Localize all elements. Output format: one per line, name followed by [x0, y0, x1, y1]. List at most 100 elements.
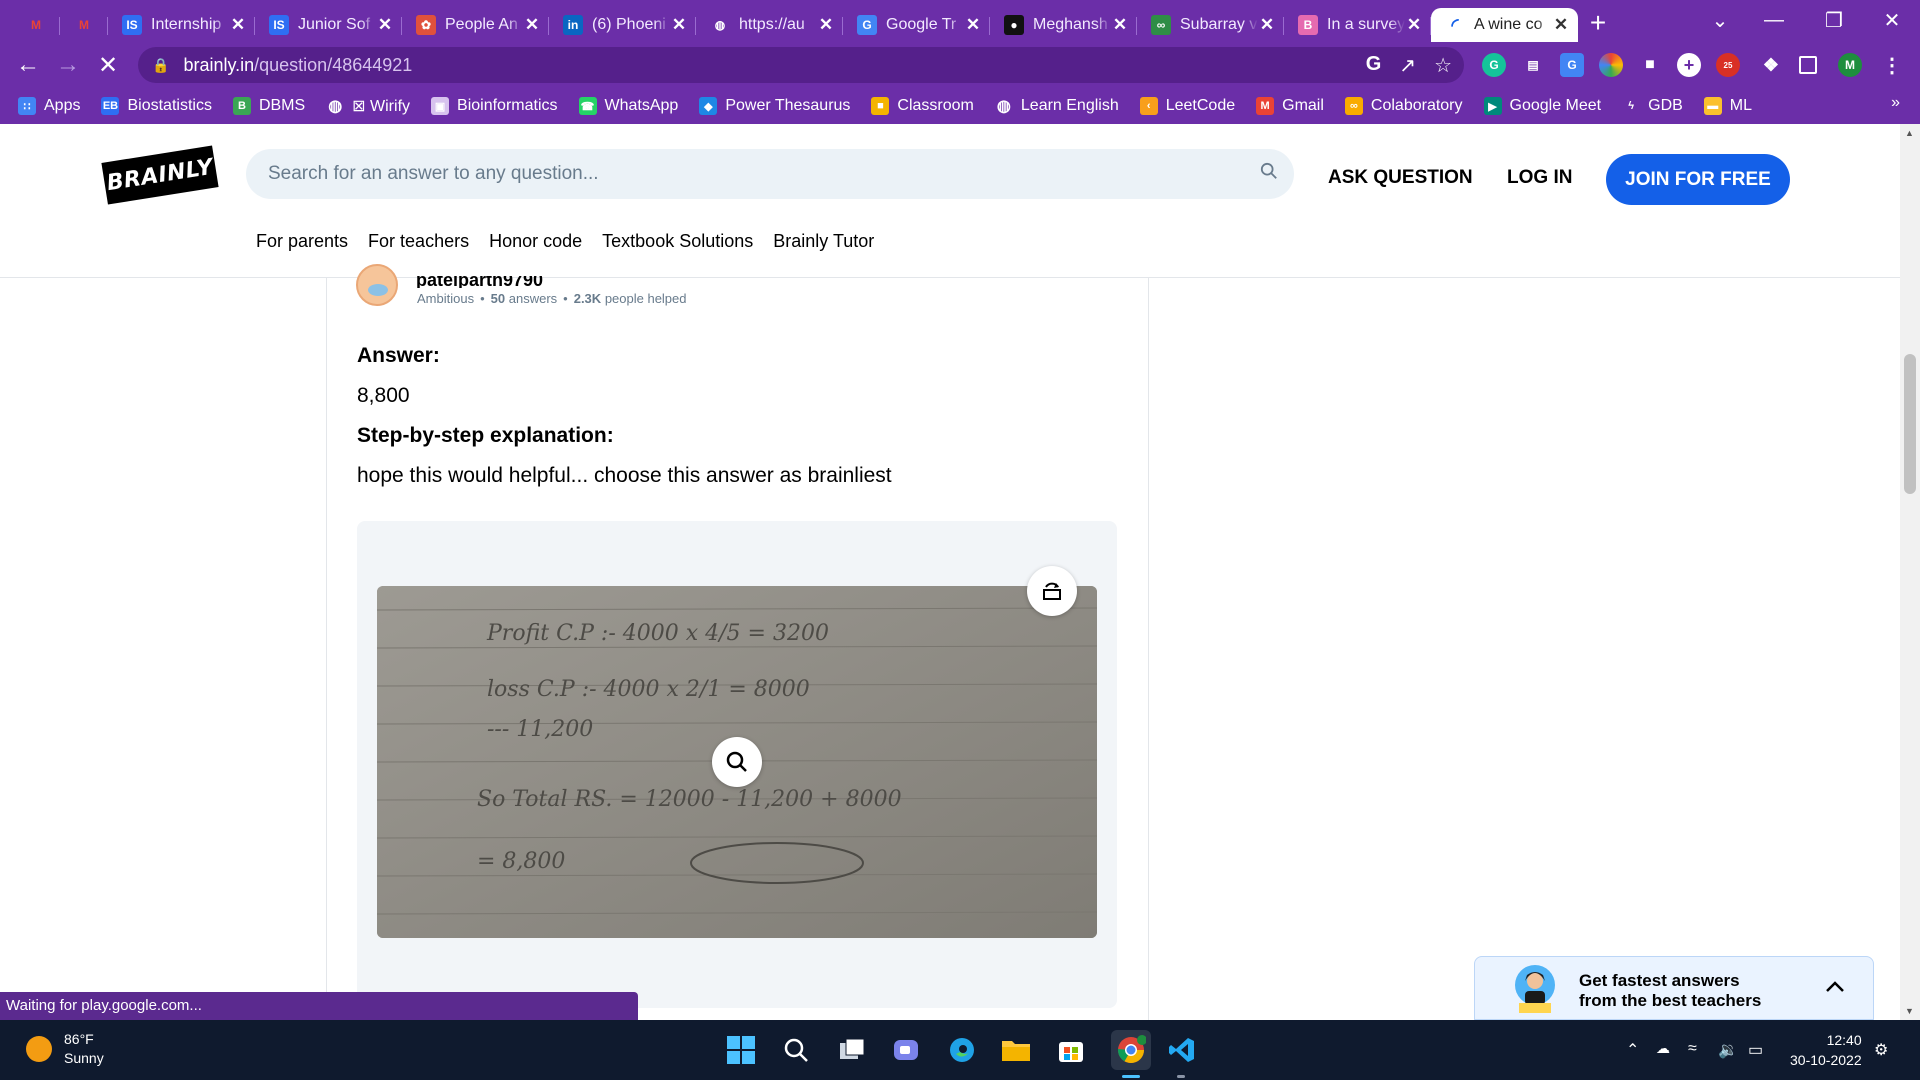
subnav-link-3[interactable]: Textbook Solutions [602, 231, 753, 252]
wifi-icon[interactable]: ≈ [1688, 1040, 1697, 1058]
answerer-username[interactable]: patelparth9790 [416, 276, 543, 288]
system-clock[interactable]: 12:40 30-10-2022 [1790, 1030, 1862, 1070]
translate-extension-icon[interactable]: G [1560, 53, 1584, 77]
chrome-icon[interactable] [1111, 1030, 1151, 1070]
page-scrollbar[interactable]: ▲ ▼ [1900, 124, 1920, 1020]
new-tab-button[interactable]: + [1578, 7, 1618, 39]
address-bar[interactable]: 🔒 brainly.in/question/48644921 G ↗ ☆ [138, 47, 1464, 83]
close-tab-icon[interactable]: ✕ [1552, 15, 1570, 35]
back-icon[interactable]: ← [8, 45, 48, 85]
taskbar-search-icon[interactable] [780, 1034, 812, 1066]
weather-widget[interactable]: 86°F Sunny [26, 1030, 104, 1068]
tab-0[interactable]: M [12, 8, 60, 42]
close-tab-icon[interactable]: ✕ [523, 15, 541, 35]
edge-icon[interactable] [946, 1034, 978, 1066]
subnav-link-0[interactable]: For parents [256, 231, 348, 252]
stop-loading-icon[interactable]: ✕ [88, 45, 128, 85]
close-tab-icon[interactable]: ✕ [1405, 15, 1423, 35]
bookmark-10[interactable]: M Gmail [1256, 97, 1324, 115]
minimize-button[interactable]: — [1744, 0, 1804, 40]
bookmark-5[interactable]: ☎ WhatsApp [578, 97, 678, 115]
task-view-icon[interactable] [836, 1034, 868, 1066]
scroll-up-icon[interactable]: ▲ [1905, 128, 1914, 138]
tab-9[interactable]: ∞ Subarray v ✕ [1137, 8, 1284, 42]
brainly-logo[interactable]: BRAINLY [101, 145, 219, 205]
log-in-link[interactable]: LOG IN [1507, 167, 1572, 189]
battery-icon[interactable]: ▭ [1748, 1040, 1763, 1060]
tab-1[interactable]: M [60, 8, 108, 42]
close-tab-icon[interactable]: ✕ [670, 15, 688, 35]
bookmark-star-icon[interactable]: ☆ [1434, 53, 1452, 78]
notifications-icon[interactable]: ⚙ [1874, 1040, 1888, 1060]
tab-11[interactable]: ◜ A wine co ✕ [1431, 8, 1578, 42]
bookmark-11[interactable]: ∞ Colaboratory [1344, 97, 1463, 115]
store-icon[interactable] [1055, 1034, 1087, 1066]
search-icon[interactable] [1260, 162, 1278, 180]
side-panel-icon[interactable] [1799, 56, 1817, 74]
extensions-puzzle-icon[interactable]: ❖ [1759, 53, 1783, 77]
menu-kebab-icon[interactable]: ⋮ [1880, 53, 1904, 77]
close-tab-icon[interactable]: ✕ [1111, 15, 1129, 35]
close-tab-icon[interactable]: ✕ [964, 15, 982, 35]
bookmark-6[interactable]: ◆ Power Thesaurus [699, 97, 850, 115]
bookmark-7[interactable]: ■ Classroom [871, 97, 974, 115]
bookmark-3[interactable]: ◍ ⊠ Wirify [326, 96, 410, 116]
volume-icon[interactable]: 🔉 [1718, 1040, 1738, 1060]
close-tab-icon[interactable]: ✕ [229, 15, 247, 35]
file-explorer-icon[interactable] [1000, 1034, 1032, 1066]
game-extension-icon[interactable]: ■ [1638, 53, 1662, 77]
tab-5[interactable]: in (6) Phoeni ✕ [549, 8, 696, 42]
scroll-down-icon[interactable]: ▼ [1905, 1006, 1914, 1016]
tab-3[interactable]: IS Junior Sof ✕ [255, 8, 402, 42]
subnav-link-2[interactable]: Honor code [489, 231, 582, 252]
bookmark-2[interactable]: B DBMS [232, 97, 305, 115]
close-tab-icon[interactable]: ✕ [1258, 15, 1276, 35]
bookmark-0[interactable]: ∷ Apps [18, 97, 80, 115]
profile-avatar[interactable]: M [1838, 53, 1862, 77]
bookmark-9[interactable]: ‹ LeetCode [1139, 97, 1235, 115]
subnav-link-1[interactable]: For teachers [368, 231, 469, 252]
tab-8[interactable]: ● Meghansh ✕ [990, 8, 1137, 42]
ask-question-link[interactable]: ASK QUESTION [1328, 167, 1473, 189]
tab-4[interactable]: ✿ People An ✕ [402, 8, 549, 42]
forward-icon[interactable]: → [48, 45, 88, 85]
onedrive-icon[interactable]: ☁ [1656, 1040, 1670, 1057]
bookmark-14[interactable]: ▬ ML [1703, 97, 1752, 115]
tab-10[interactable]: B In a survey ✕ [1284, 8, 1431, 42]
subnav-link-4[interactable]: Brainly Tutor [773, 231, 874, 252]
start-icon[interactable] [725, 1034, 757, 1066]
vscode-icon[interactable] [1166, 1034, 1198, 1066]
chevron-up-icon[interactable] [1823, 975, 1847, 999]
tab-6[interactable]: ◍ https://au ✕ [696, 8, 843, 42]
bookmarks-overflow-icon[interactable]: » [1891, 94, 1900, 112]
zoom-image-button[interactable] [712, 737, 762, 787]
share-icon[interactable]: ↗ [1399, 53, 1416, 78]
tab-search-icon[interactable]: ⌄ [1690, 0, 1750, 40]
grammarly-icon[interactable]: G [1482, 53, 1506, 77]
close-tab-icon[interactable]: ✕ [376, 15, 394, 35]
bookmark-13[interactable]: ϟ GDB [1622, 97, 1683, 115]
join-for-free-button[interactable]: JOIN FOR FREE [1606, 154, 1790, 205]
tutor-avatar [1515, 965, 1555, 1013]
search-input[interactable]: Search for an answer to any question... [246, 149, 1294, 199]
restore-button[interactable]: ❐ [1804, 0, 1864, 40]
abp-icon[interactable]: 25 [1716, 53, 1740, 77]
tutor-promo-banner[interactable]: Get fastest answers from the best teacher… [1474, 956, 1874, 1020]
tab-7[interactable]: G Google Tr ✕ [843, 8, 990, 42]
avatar[interactable] [356, 264, 398, 306]
scrollbar-thumb[interactable] [1904, 354, 1916, 494]
add-extension-icon[interactable]: + [1677, 53, 1701, 77]
bookmark-12[interactable]: ▶ Google Meet [1483, 97, 1601, 115]
cast-icon[interactable]: ▤ [1521, 53, 1545, 77]
close-tab-icon[interactable]: ✕ [817, 15, 835, 35]
bookmark-8[interactable]: ◍ Learn English [995, 97, 1119, 115]
tray-overflow-icon[interactable]: ⌃ [1626, 1040, 1639, 1060]
google-lens-icon[interactable]: G [1366, 53, 1382, 78]
bookmark-4[interactable]: ▣ Bioinformatics [431, 97, 558, 115]
tab-2[interactable]: IS Internship ✕ [108, 8, 255, 42]
rotate-image-button[interactable] [1027, 566, 1077, 616]
close-window-button[interactable]: ✕ [1862, 0, 1920, 40]
color-picker-icon[interactable] [1599, 53, 1623, 77]
teams-chat-icon[interactable] [890, 1034, 922, 1066]
bookmark-1[interactable]: EB Biostatistics [101, 97, 212, 115]
